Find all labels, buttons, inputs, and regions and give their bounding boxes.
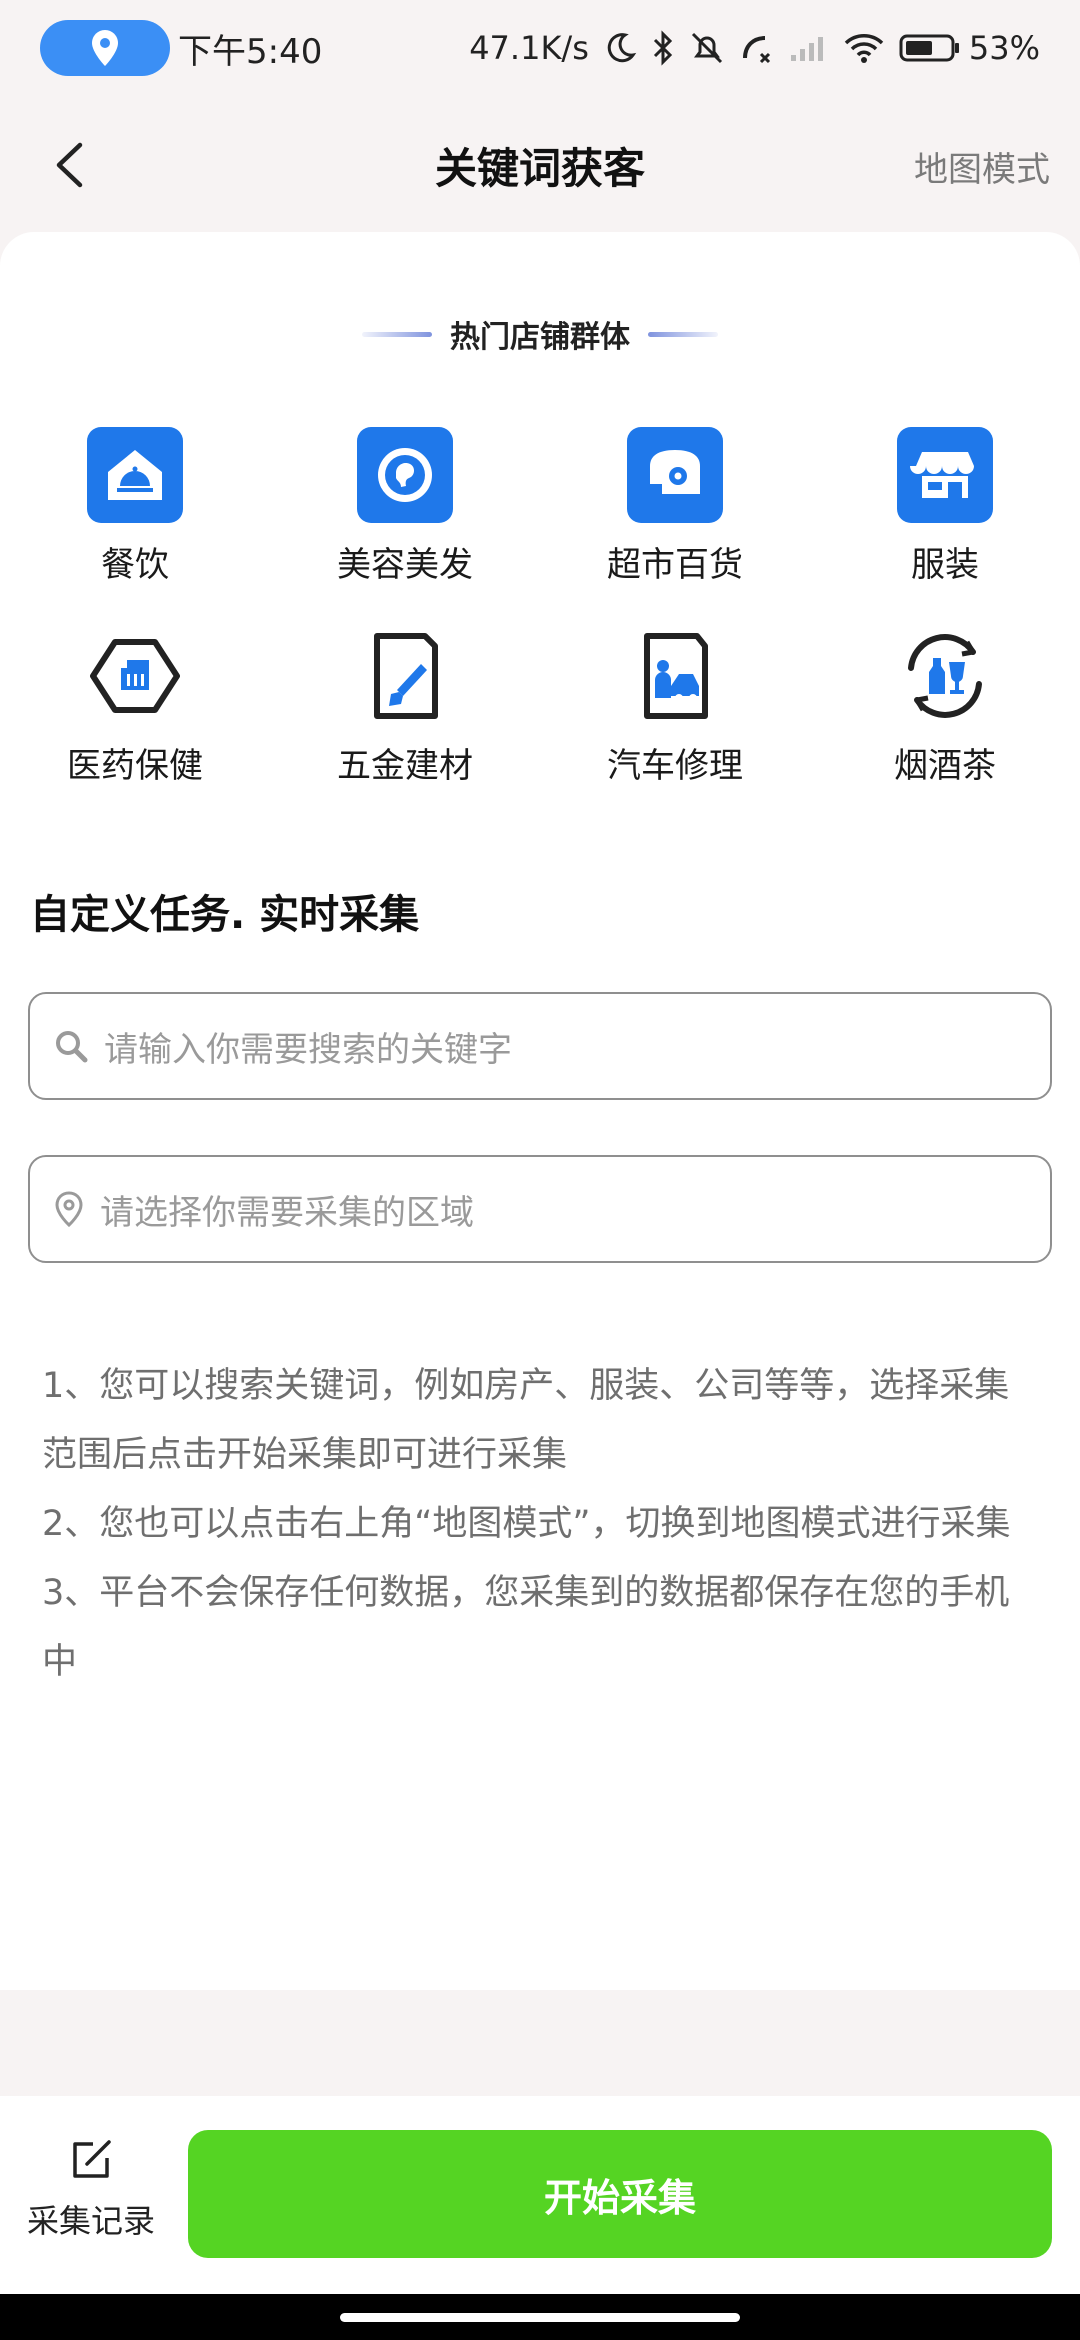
- category-tobacco-wine-tea[interactable]: 烟酒茶: [810, 628, 1080, 787]
- location-pin-icon: [55, 1191, 83, 1227]
- category-grid: 餐饮 美容美发 超市百货 服装 医药保健 五金建材 汽车修理 烟酒茶: [0, 427, 1080, 787]
- category-label: 餐饮: [101, 545, 169, 585]
- category-label: 五金建材: [337, 746, 473, 786]
- bluetooth-icon: [653, 30, 672, 66]
- bottom-bar: 采集记录 开始采集: [0, 2096, 1080, 2294]
- category-label: 服装: [911, 545, 979, 585]
- start-collect-button[interactable]: 开始采集: [188, 2130, 1052, 2258]
- medicine-icon: [87, 628, 183, 724]
- category-label: 超市百货: [607, 545, 743, 585]
- help-line: 2、您也可以点击右上角“地图模式”，切换到地图模式进行采集: [42, 1504, 1011, 1544]
- category-dining[interactable]: 餐饮: [0, 427, 270, 586]
- category-label: 美容美发: [337, 545, 473, 585]
- category-hardware[interactable]: 五金建材: [270, 628, 540, 787]
- custom-task-title: 自定义任务. 实时采集: [30, 892, 420, 938]
- hot-stores-title: 热门店铺群体: [450, 320, 630, 355]
- location-pin-icon: [92, 30, 118, 66]
- battery-status: 53%: [899, 29, 1040, 67]
- moon-icon: [607, 33, 637, 63]
- dining-icon: [87, 427, 183, 523]
- net-speed: 47.1K/s: [469, 29, 589, 67]
- heading-line-left: [362, 331, 432, 337]
- category-label: 汽车修理: [607, 746, 743, 786]
- category-car-repair[interactable]: 汽车修理: [540, 628, 810, 787]
- area-select-input[interactable]: 请选择你需要采集的区域: [28, 1155, 1052, 1263]
- records-button[interactable]: 采集记录: [26, 2138, 156, 2242]
- header: 关键词获客 地图模式: [0, 110, 1080, 220]
- keyword-search-input[interactable]: 请输入你需要搜索的关键字: [28, 992, 1052, 1100]
- records-label: 采集记录: [26, 2202, 155, 2240]
- hot-stores-heading: 热门店铺群体: [0, 312, 1080, 356]
- heading-line-right: [648, 331, 718, 337]
- help-text: 1、您可以搜索关键词，例如房产、服装、公司等等，选择采集范围后点击开始采集即可进…: [42, 1352, 1042, 1697]
- home-indicator[interactable]: [340, 2313, 740, 2322]
- category-label: 烟酒茶: [894, 746, 996, 786]
- status-time: 下午5:40: [178, 31, 323, 72]
- tobacco-wine-tea-icon: [897, 628, 993, 724]
- category-supermarket[interactable]: 超市百货: [540, 427, 810, 586]
- battery-percent: 53%: [968, 29, 1040, 67]
- search-icon: [56, 1031, 88, 1063]
- edit-icon: [73, 2140, 111, 2178]
- clothing-store-icon: [897, 427, 993, 523]
- category-label: 医药保健: [67, 746, 203, 786]
- bell-muted-icon: [691, 32, 722, 64]
- status-bar: 下午5:40 47.1K/s 53%: [0, 0, 1080, 96]
- category-medicine[interactable]: 医药保健: [0, 628, 270, 787]
- help-line: 1、您可以搜索关键词，例如房产、服装、公司等等，选择采集范围后点击开始采集即可进…: [42, 1366, 1010, 1475]
- system-nav-bar: [0, 2294, 1080, 2340]
- call-forward-icon: [742, 36, 770, 64]
- wifi-icon: [844, 34, 884, 63]
- map-mode-button[interactable]: 地图模式: [914, 142, 1050, 191]
- battery-icon: [899, 34, 959, 62]
- hardware-icon: [357, 628, 453, 724]
- car-repair-icon: [627, 628, 723, 724]
- signal-icon: [790, 37, 823, 61]
- supermarket-icon: [627, 427, 723, 523]
- beauty-icon: [357, 427, 453, 523]
- area-placeholder: 请选择你需要采集的区域: [100, 1192, 474, 1233]
- help-line: 3、平台不会保存任何数据，您采集到的数据都保存在您的手机中: [42, 1573, 1010, 1682]
- keyword-placeholder: 请输入你需要搜索的关键字: [104, 1029, 512, 1070]
- category-beauty[interactable]: 美容美发: [270, 427, 540, 586]
- location-indicator: [40, 20, 170, 76]
- category-clothing[interactable]: 服装: [810, 427, 1080, 586]
- main-card: 热门店铺群体 餐饮 美容美发 超市百货 服装 医药保健 五金建材 汽车修理 烟酒…: [0, 232, 1080, 1990]
